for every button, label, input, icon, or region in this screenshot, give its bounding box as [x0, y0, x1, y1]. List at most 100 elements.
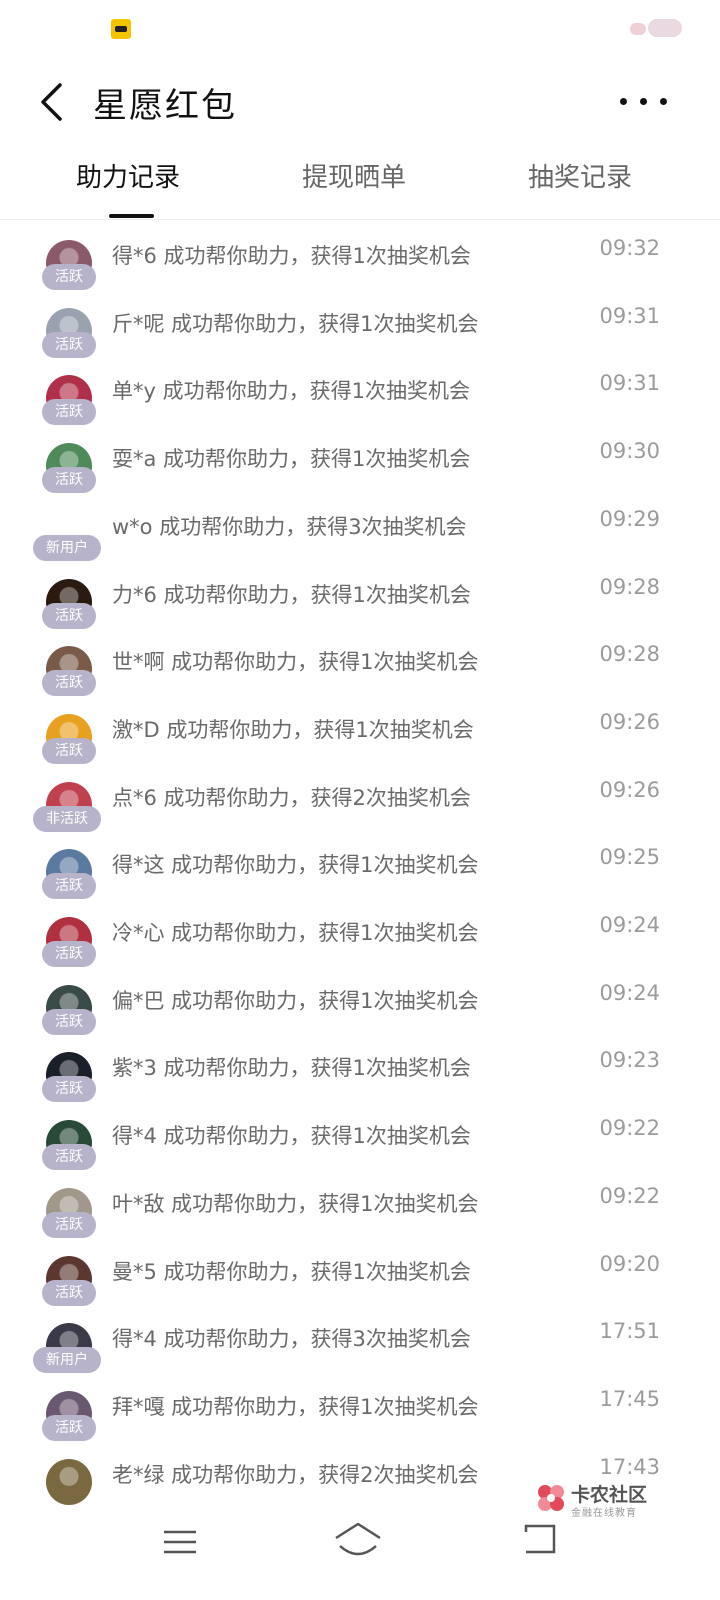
back-button[interactable] — [30, 70, 80, 130]
record-time: 09:31 — [599, 371, 660, 396]
status-badge: 新用户 — [33, 534, 101, 561]
status-badge: 活跃 — [42, 1211, 96, 1238]
list-item[interactable]: 活跃 斤*呢 成功帮你助力，获得1次抽奖机会 09:31 — [0, 298, 720, 366]
status-badge: 活跃 — [42, 873, 96, 900]
list-item[interactable]: 活跃 偏*巴 成功帮你助力，获得1次抽奖机会 09:24 — [0, 975, 720, 1043]
status-badge: 新用户 — [33, 1347, 101, 1374]
record-text: 得*4 成功帮你助力，获得1次抽奖机会 — [112, 1124, 471, 1149]
more-dot — [640, 98, 647, 105]
nav-home-button[interactable] — [322, 1520, 402, 1580]
system-nav-bar — [0, 1520, 720, 1600]
tab-bar: 助力记录 提现晒单 抽奖记录 — [0, 142, 720, 220]
nav-back-icon — [524, 1524, 556, 1554]
record-time: 09:24 — [599, 913, 660, 937]
status-badge: 活跃 — [42, 399, 96, 426]
status-badge: 活跃 — [42, 1144, 96, 1171]
record-time: 17:43 — [599, 1454, 660, 1479]
record-text: 激*D 成功帮你助力，获得1次抽奖机会 — [112, 717, 474, 742]
record-time: 09:30 — [599, 439, 660, 464]
record-text: 紫*3 成功帮你助力，获得1次抽奖机会 — [112, 1056, 471, 1081]
record-text: 斤*呢 成功帮你助力，获得1次抽奖机会 — [112, 311, 479, 336]
tab-lottery-records[interactable]: 抽奖记录 — [460, 142, 700, 220]
list-item[interactable]: 活跃 冷*心 成功帮你助力，获得1次抽奖机会 09:24 — [0, 907, 720, 975]
status-badge: 活跃 — [42, 467, 96, 494]
list-item[interactable]: 新用户 w*o 成功帮你助力，获得3次抽奖机会 09:29 — [0, 501, 720, 569]
record-text: 偏*巴 成功帮你助力，获得1次抽奖机会 — [112, 988, 479, 1013]
status-bar — [0, 0, 720, 56]
list-item[interactable]: 活跃 单*y 成功帮你助力，获得1次抽奖机会 09:31 — [0, 365, 720, 433]
list-item[interactable]: 活跃 拜*嘎 成功帮你助力，获得1次抽奖机会 17:45 — [0, 1381, 720, 1449]
record-time: 09:24 — [599, 980, 660, 1005]
list-item[interactable]: 活跃 世*啊 成功帮你助力，获得1次抽奖机会 09:28 — [0, 636, 720, 704]
status-badge: 活跃 — [42, 737, 96, 764]
status-badge: 活跃 — [42, 331, 96, 358]
more-dot — [660, 98, 667, 105]
back-arrow-icon — [41, 83, 62, 121]
record-time: 17:45 — [599, 1386, 660, 1411]
page-title: 星愿红包 — [93, 86, 237, 126]
record-text: 耍*a 成功帮你助力，获得1次抽奖机会 — [112, 447, 471, 472]
watermark-flower-icon — [538, 1485, 564, 1511]
more-button[interactable] — [612, 80, 682, 120]
record-time: 09:28 — [599, 642, 660, 667]
record-time: 09:29 — [599, 506, 660, 531]
record-text: 单*y 成功帮你助力，获得1次抽奖机会 — [112, 379, 470, 404]
tab-assist-records[interactable]: 助力记录 — [8, 142, 248, 220]
list-item[interactable]: 新用户 得*4 成功帮你助力，获得3次抽奖机会 17:51 — [0, 1313, 720, 1381]
list-item[interactable]: 活跃 激*D 成功帮你助力，获得1次抽奖机会 09:26 — [0, 704, 720, 772]
nav-menu-button[interactable] — [150, 1520, 230, 1580]
watermark-subtitle: 金融在线教育 — [571, 1508, 637, 1519]
record-time: 17:51 — [599, 1319, 660, 1344]
list-item[interactable]: 活跃 紫*3 成功帮你助力，获得1次抽奖机会 09:23 — [0, 1042, 720, 1110]
list-item[interactable]: 活跃 得*6 成功帮你助力，获得1次抽奖机会 09:32 — [0, 230, 720, 298]
home-icon — [335, 1522, 381, 1556]
record-time: 09:23 — [599, 1048, 660, 1073]
record-text: 得*6 成功帮你助力，获得1次抽奖机会 — [112, 244, 471, 268]
nav-back-button[interactable] — [510, 1520, 590, 1580]
assist-record-list[interactable]: 活跃 得*6 成功帮你助力，获得1次抽奖机会 09:32 活跃 斤*呢 成功帮你助力，获… — [0, 230, 720, 1520]
app-notification-icon — [111, 19, 131, 39]
more-dots-icon — [620, 98, 627, 105]
record-time: 09:22 — [599, 1116, 660, 1141]
status-badge: 活跃 — [42, 670, 96, 697]
record-time: 09:31 — [599, 303, 660, 328]
status-badge: 活跃 — [42, 1076, 96, 1103]
app-header: 星愿红包 — [0, 60, 720, 140]
record-text: 得*4 成功帮你助力，获得3次抽奖机会 — [112, 1327, 471, 1352]
status-badge: 活跃 — [42, 941, 96, 967]
record-text: 点*6 成功帮你助力，获得2次抽奖机会 — [112, 785, 471, 810]
record-time: 09:22 — [599, 1183, 660, 1208]
status-badge: 活跃 — [42, 1414, 96, 1441]
record-text: w*o 成功帮你助力，获得3次抽奖机会 — [112, 514, 467, 539]
record-text: 曼*5 成功帮你助力，获得1次抽奖机会 — [112, 1259, 471, 1284]
watermark-title: 卡农社区 — [571, 1484, 648, 1506]
menu-icon — [164, 1530, 196, 1554]
list-item[interactable]: 活跃 力*6 成功帮你助力，获得1次抽奖机会 09:28 — [0, 569, 720, 637]
list-item[interactable]: 活跃 得*这 成功帮你助力，获得1次抽奖机会 09:25 — [0, 839, 720, 907]
record-text: 老*绿 成功帮你助力，获得2次抽奖机会 — [112, 1462, 479, 1487]
record-text: 叶*敌 成功帮你助力，获得1次抽奖机会 — [112, 1191, 479, 1216]
record-text: 世*啊 成功帮你助力，获得1次抽奖机会 — [112, 650, 479, 675]
status-badge: 活跃 — [42, 1279, 96, 1306]
status-badge: 活跃 — [42, 1008, 96, 1035]
avatar[interactable] — [46, 1458, 92, 1505]
list-item[interactable]: 活跃 曼*5 成功帮你助力，获得1次抽奖机会 09:20 — [0, 1246, 720, 1314]
list-item[interactable]: 活跃 叶*敌 成功帮你助力，获得1次抽奖机会 09:22 — [0, 1178, 720, 1246]
record-text: 得*这 成功帮你助力，获得1次抽奖机会 — [112, 853, 479, 878]
status-badge: 活跃 — [42, 602, 96, 629]
list-item[interactable]: 活跃 耍*a 成功帮你助力，获得1次抽奖机会 09:30 — [0, 433, 720, 501]
record-time: 09:32 — [599, 236, 660, 260]
list-item[interactable]: 活跃 得*4 成功帮你助力，获得1次抽奖机会 09:22 — [0, 1110, 720, 1178]
tab-withdraw-posts[interactable]: 提现晒单 — [234, 142, 474, 220]
record-time: 09:28 — [599, 574, 660, 599]
status-badge: 活跃 — [42, 264, 96, 290]
list-item[interactable]: 非活跃 点*6 成功帮你助力，获得2次抽奖机会 09:26 — [0, 772, 720, 840]
record-time: 09:26 — [599, 777, 660, 802]
record-time: 09:26 — [599, 709, 660, 734]
record-text: 拜*嘎 成功帮你助力，获得1次抽奖机会 — [112, 1394, 479, 1419]
active-tab-indicator — [109, 214, 154, 218]
record-text: 冷*心 成功帮你助力，获得1次抽奖机会 — [112, 921, 479, 945]
status-indicator-icon — [630, 17, 688, 39]
record-time: 09:25 — [599, 845, 660, 870]
status-badge: 非活跃 — [33, 805, 101, 832]
